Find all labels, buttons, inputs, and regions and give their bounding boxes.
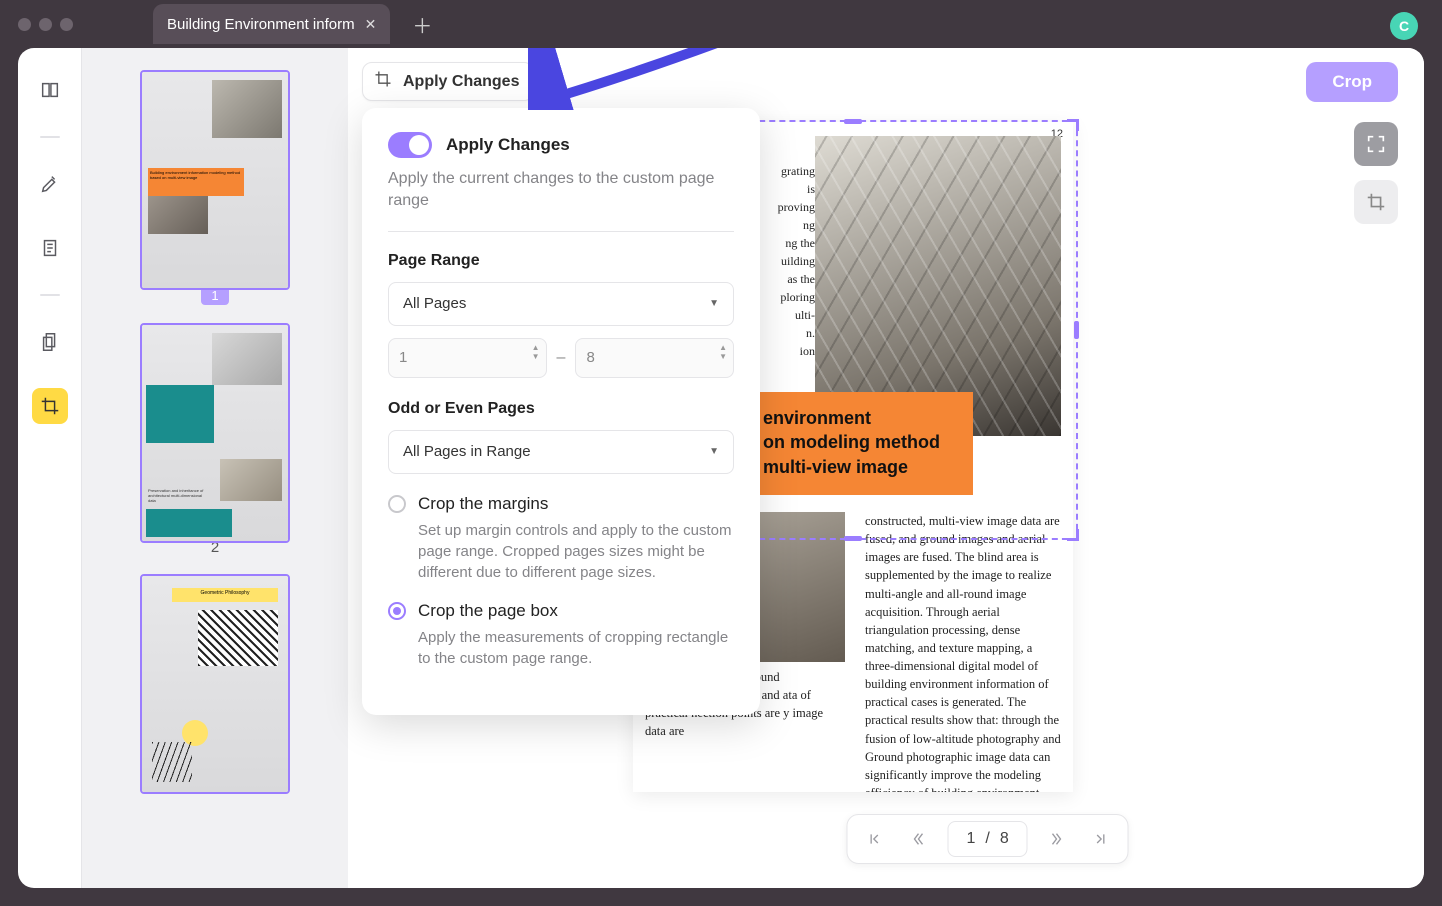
next-page-button[interactable] [1036,821,1078,857]
thumbnail-overlay: Geometric Philosophy [172,588,278,602]
total-pages: 8 [1000,830,1009,848]
radio-label: Crop the margins [418,494,548,514]
rail-separator [40,294,60,296]
apply-changes-toggle[interactable] [388,132,432,158]
apply-changes-chip[interactable]: Apply Changes [362,62,534,101]
stepper-icon[interactable]: ▲▼ [719,343,727,361]
thumbnail-overlay: Preservation and inheritance of architec… [148,488,206,503]
input-value: 8 [586,349,594,366]
crop-button[interactable]: Crop [1306,62,1398,102]
form-icon[interactable] [32,230,68,266]
highlighter-icon[interactable] [32,166,68,202]
page-navigator: 1 / 8 [846,814,1128,864]
tool-rail [18,48,82,888]
thumbnail-page-1[interactable]: Building environment information modelin… [140,70,290,290]
active-indicator [36,403,42,409]
fit-screen-button[interactable] [1354,122,1398,166]
page-indicator[interactable]: 1 / 8 [947,821,1027,857]
popover-title: Apply Changes [446,135,570,155]
current-page: 1 [966,830,975,848]
radio-crop-margins[interactable]: Crop the margins [388,494,734,514]
first-page-button[interactable] [853,821,895,857]
radio-label: Crop the page box [418,601,558,621]
range-from-input[interactable]: 1 ▲▼ [388,338,547,378]
canvas-area: Apply Changes Crop 12 gratingis provingn… [348,48,1424,888]
close-icon[interactable]: ✕ [365,16,377,33]
input-value: 1 [399,349,407,366]
window-controls[interactable] [18,18,73,31]
radio-description: Set up margin controls and apply to the … [388,520,734,583]
thumbnail-panel[interactable]: Building environment information modelin… [82,48,348,888]
range-to-input[interactable]: 8 ▲▼ [575,338,734,378]
page-range-select[interactable]: All Pages ▼ [388,282,734,326]
reader-icon[interactable] [32,72,68,108]
minimize-dot[interactable] [39,18,52,31]
tab-title: Building Environment inform [167,16,355,33]
chevron-down-icon: ▼ [709,298,719,309]
rail-separator [40,136,60,138]
select-value: All Pages [403,295,466,312]
radio-crop-page-box[interactable]: Crop the page box [388,601,734,621]
apply-changes-label: Apply Changes [403,73,519,91]
select-value: All Pages in Range [403,443,531,460]
last-page-button[interactable] [1080,821,1122,857]
chevron-down-icon: ▼ [709,446,719,457]
popover-description: Apply the current changes to the custom … [388,168,734,213]
crop-icon [373,69,393,94]
thumbnail-overlay: Building environment information modelin… [148,168,244,196]
close-dot[interactable] [18,18,31,31]
reset-crop-button[interactable] [1354,180,1398,224]
pages-icon[interactable] [32,324,68,360]
page-body-right: constructed, multi-view image data are f… [865,512,1061,792]
radio-icon [388,495,406,513]
prev-page-button[interactable] [897,821,939,857]
hero-image [815,136,1061,436]
thumbnail-page-2[interactable]: Preservation and inheritance of architec… [140,323,290,543]
maximize-dot[interactable] [60,18,73,31]
avatar[interactable]: C [1390,12,1418,40]
annotation-arrow [528,48,788,110]
radio-icon [388,602,406,620]
apply-changes-popover: Apply Changes Apply the current changes … [362,108,760,715]
new-tab-button[interactable]: ＋ [408,10,436,38]
odd-even-select[interactable]: All Pages in Range ▼ [388,430,734,474]
divider [388,231,734,232]
stepper-icon[interactable]: ▲▼ [532,343,540,361]
document-tab[interactable]: Building Environment inform ✕ [153,4,390,44]
odd-even-heading: Odd or Even Pages [388,400,734,418]
page-range-heading: Page Range [388,252,734,270]
radio-description: Apply the measurements of cropping recta… [388,627,734,669]
page-separator: / [985,830,989,848]
thumbnail-page-3[interactable]: Geometric Philosophy [140,574,290,794]
range-separator: – [557,349,566,367]
